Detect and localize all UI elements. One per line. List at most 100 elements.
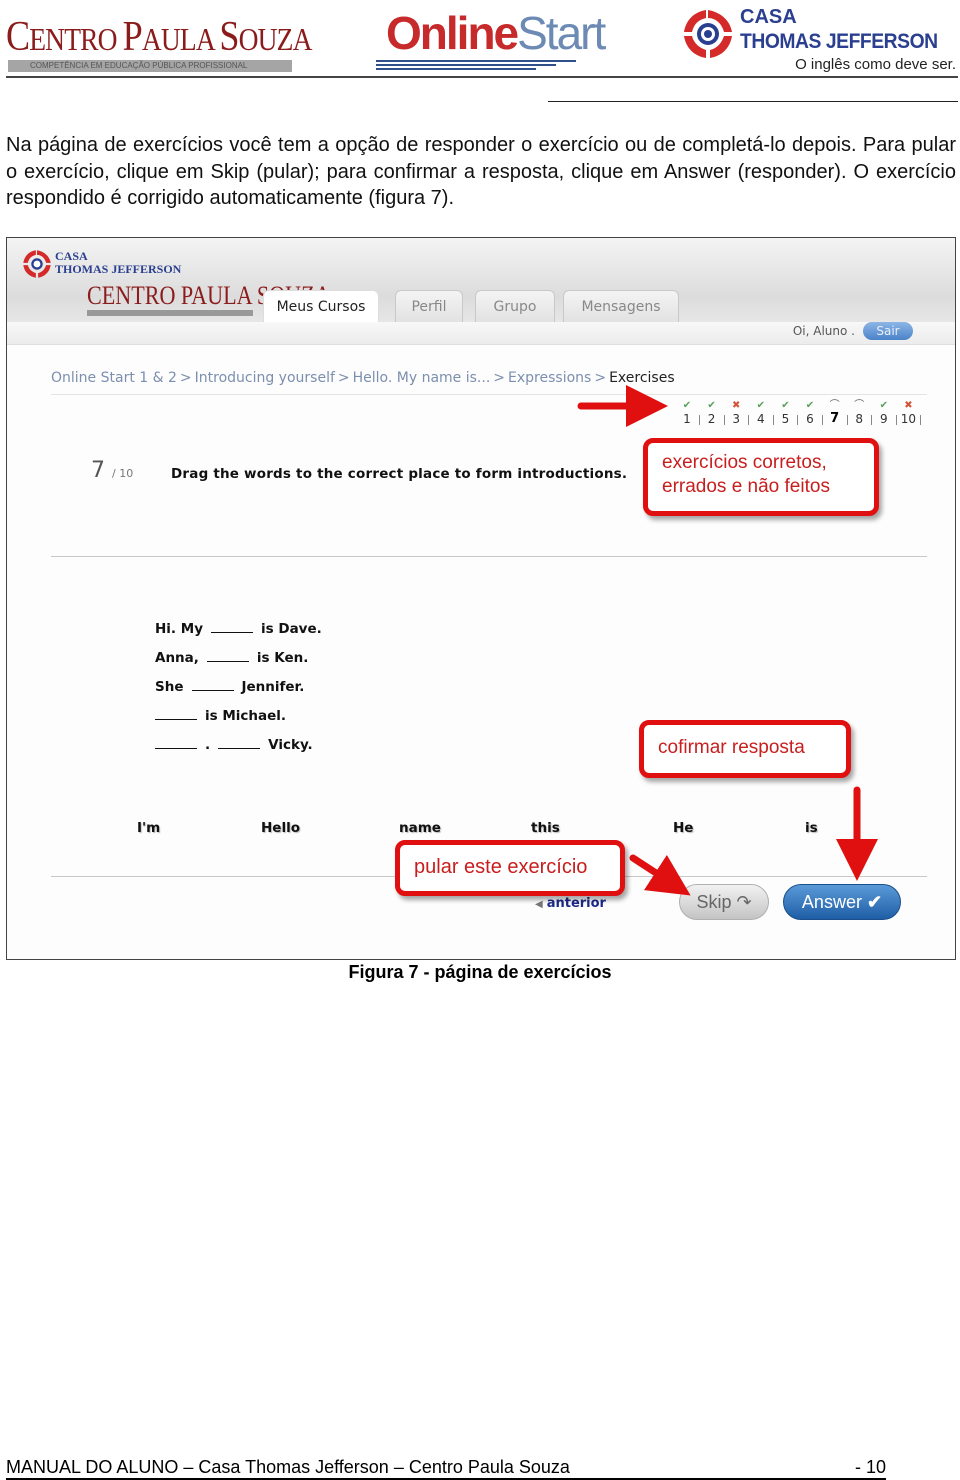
casa-thomas-jefferson-logo: CASA THOMAS JEFFERSON O inglês como deve… bbox=[680, 4, 958, 76]
progress-number: 10 bbox=[900, 412, 917, 426]
ctj-slogan: O inglês como deve ser. bbox=[795, 56, 956, 73]
app-cps-logo: CENTRO PAULA SOUZA bbox=[87, 281, 331, 320]
progress-number: 5 bbox=[781, 412, 790, 426]
drop-blank[interactable] bbox=[218, 734, 261, 749]
check-icon: ✔ bbox=[682, 400, 692, 411]
logo-speed-lines bbox=[376, 60, 576, 72]
drop-blank[interactable] bbox=[191, 676, 234, 691]
redo-arrow-icon: ↷ bbox=[736, 892, 752, 912]
tab-meus-cursos[interactable]: Meus Cursos bbox=[263, 290, 379, 324]
user-greeting: Oi, Aluno . bbox=[792, 324, 855, 338]
breadcrumb-separator: > bbox=[594, 370, 607, 386]
exercise-progress: ✔ 1 ✔ 2 ✖ 3 ✔ 4 ✔ 5 ✔ 6 ⌒ 7 ⌒ 8 ✔ 9 ✖ 10 bbox=[675, 400, 925, 430]
progress-number: 1 bbox=[683, 412, 691, 426]
progress-item-1[interactable]: ✔ 1 bbox=[675, 400, 699, 426]
progress-number: 8 bbox=[855, 412, 863, 426]
sentence-3: She Jennifer. bbox=[155, 676, 304, 695]
progress-item-5[interactable]: ✔ 5 bbox=[773, 400, 797, 426]
progress-item-6[interactable]: ✔ 6 bbox=[798, 400, 822, 426]
centro-paula-souza-logo: CENTRO PAULA SOUZA COMPETÊNCIA EM EDUCAÇ… bbox=[6, 14, 312, 76]
progress-separator bbox=[920, 415, 922, 425]
draggable-word[interactable]: is bbox=[805, 820, 818, 836]
header-short-divider bbox=[548, 101, 958, 102]
progress-item-8[interactable]: ⌒ 8 bbox=[847, 400, 871, 426]
draggable-word[interactable]: this bbox=[531, 820, 560, 836]
cps-logo-title: CENTRO PAULA SOUZA bbox=[6, 14, 312, 60]
draggable-word[interactable]: I'm bbox=[137, 820, 160, 836]
question-counter: 7 / 10 bbox=[91, 458, 133, 483]
app-ctj-logo: CASA THOMAS JEFFERSON bbox=[21, 248, 201, 284]
app-header: CASA THOMAS JEFFERSON CENTRO PAULA SOUZA … bbox=[7, 238, 955, 324]
x-icon: ✖ bbox=[731, 400, 741, 411]
question-divider bbox=[51, 556, 927, 557]
skip-annotation: pular este exercício bbox=[395, 840, 625, 896]
logout-button[interactable]: Sair bbox=[863, 322, 913, 340]
progress-item-10[interactable]: ✖ 10 bbox=[896, 400, 920, 426]
check-icon: ✔ bbox=[756, 400, 765, 411]
footer-text: MANUAL DO ALUNO – Casa Thomas Jefferson … bbox=[6, 1457, 570, 1477]
ctj-emblem-icon bbox=[23, 250, 51, 278]
question-number: 7 bbox=[91, 458, 105, 483]
breadcrumb-item[interactable]: Expressions bbox=[508, 370, 591, 386]
drop-blank[interactable] bbox=[155, 705, 197, 720]
breadcrumb: Online Start 1 & 2 > Introducing yourself >… bbox=[51, 370, 675, 386]
exercise-page-screenshot: CASA THOMAS JEFFERSON CENTRO PAULA SOUZA … bbox=[6, 237, 956, 960]
drop-blank[interactable] bbox=[155, 734, 197, 749]
drop-blank[interactable] bbox=[211, 618, 253, 633]
sentence-1: Hi. My is Dave. bbox=[155, 618, 322, 637]
breadcrumb-item[interactable]: Introducing yourself bbox=[195, 370, 335, 386]
intro-paragraph: Na página de exercícios você tem a opção… bbox=[6, 134, 956, 209]
check-icon: ✔ bbox=[805, 400, 815, 411]
draggable-word[interactable]: He bbox=[673, 820, 693, 836]
progress-item-9[interactable]: ✔ 9 bbox=[872, 400, 896, 426]
breadcrumb-current: Exercises bbox=[609, 370, 675, 386]
question-total: / 10 bbox=[112, 467, 134, 480]
ctj-emblem-icon bbox=[684, 10, 732, 58]
online-start-logo: OnlineStart bbox=[376, 7, 606, 74]
breadcrumb-separator: > bbox=[337, 370, 350, 386]
ctj-name-text: THOMAS JEFFERSON bbox=[740, 30, 938, 53]
progress-item-3[interactable]: ✖ 3 bbox=[724, 400, 748, 426]
logo-start: Start bbox=[517, 7, 606, 59]
app-ctj-line2: THOMAS JEFFERSON bbox=[55, 262, 182, 276]
triangle-left-icon: ◀ bbox=[535, 899, 543, 910]
page-number: - 10 bbox=[854, 1457, 886, 1477]
tab-grupo[interactable]: Grupo bbox=[475, 290, 555, 322]
drop-blank[interactable] bbox=[206, 647, 249, 662]
progress-item-4[interactable]: ✔ 4 bbox=[749, 400, 773, 426]
pending-icon: ⌒ bbox=[854, 400, 865, 411]
app-cps-title: CENTRO PAULA SOUZA bbox=[87, 281, 331, 310]
arrow-to-skip bbox=[629, 854, 691, 896]
breadcrumb-separator: > bbox=[179, 370, 192, 386]
progress-number: 4 bbox=[756, 412, 765, 426]
check-icon: ✔ bbox=[879, 400, 888, 411]
previous-link[interactable]: ◀ anterior bbox=[535, 896, 606, 911]
progress-number: 9 bbox=[879, 412, 888, 426]
tab-perfil[interactable]: Perfil bbox=[395, 290, 463, 322]
checkmark-icon: ✔ bbox=[866, 892, 883, 912]
sentence-5: . Vicky. bbox=[147, 734, 313, 753]
progress-number: 6 bbox=[806, 412, 814, 426]
logo-online: Online bbox=[386, 7, 519, 59]
check-icon: ✔ bbox=[781, 400, 790, 411]
draggable-word[interactable]: name bbox=[399, 820, 441, 836]
breadcrumb-separator: > bbox=[493, 370, 506, 386]
check-icon: ✔ bbox=[707, 400, 716, 411]
progress-item-7[interactable]: ⌒ 7 bbox=[823, 400, 847, 426]
answer-button[interactable]: Answer ✔ bbox=[783, 884, 901, 920]
cps-logo-tagline: COMPETÊNCIA EM EDUCAÇÃO PÚBLICA PROFISSI… bbox=[8, 60, 292, 72]
tab-mensagens[interactable]: Mensagens bbox=[563, 290, 679, 322]
figure-caption: Figura 7 - página de exercícios bbox=[348, 962, 612, 982]
progress-number: 7 bbox=[830, 411, 840, 426]
sentence-4: is Michael. bbox=[147, 705, 286, 724]
header-divider bbox=[6, 76, 958, 78]
breadcrumb-item[interactable]: Online Start 1 & 2 bbox=[51, 370, 177, 386]
breadcrumb-item[interactable]: Hello. My name is... bbox=[353, 370, 491, 386]
progress-number: 2 bbox=[707, 412, 716, 426]
draggable-word[interactable]: Hello bbox=[261, 820, 300, 836]
ctj-casa-text: CASA bbox=[740, 6, 797, 28]
breadcrumb-divider bbox=[51, 394, 927, 395]
skip-button[interactable]: Skip ↷ bbox=[679, 884, 769, 920]
progress-item-2[interactable]: ✔ 2 bbox=[700, 400, 724, 426]
exercise-instruction: Drag the words to the correct place to f… bbox=[171, 466, 628, 482]
